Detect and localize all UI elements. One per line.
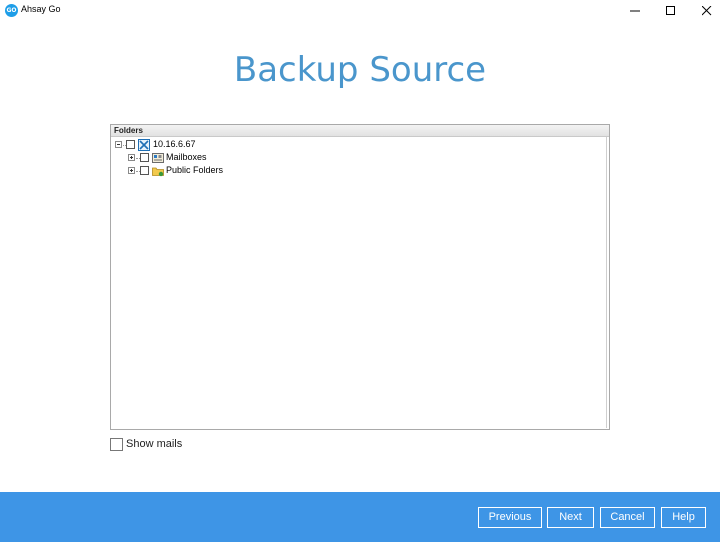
footer-bar: Previous Next Cancel Help <box>0 492 720 542</box>
cancel-button[interactable]: Cancel <box>600 507 655 528</box>
tree-item-label: 10.16.6.67 <box>153 139 196 149</box>
minimize-button[interactable] <box>617 0 653 22</box>
expand-icon[interactable] <box>128 154 135 161</box>
show-mails-label: Show mails <box>126 438 183 450</box>
tree-item-server[interactable]: 10.16.6.67 <box>111 138 609 151</box>
maximize-icon <box>666 6 675 15</box>
previous-button[interactable]: Previous <box>478 507 542 528</box>
tree-item-mailboxes[interactable]: Mailboxes <box>111 151 609 164</box>
title-bar: GO Ahsay Go <box>0 0 720 22</box>
help-button[interactable]: Help <box>661 507 706 528</box>
collapse-icon[interactable] <box>115 141 122 148</box>
close-icon <box>702 6 712 16</box>
page-title: Backup Source <box>233 50 487 90</box>
next-button[interactable]: Next <box>547 507 594 528</box>
window-title: Ahsay Go <box>21 4 61 14</box>
maximize-button[interactable] <box>653 0 689 22</box>
tree-item-label: Mailboxes <box>166 152 207 162</box>
tree-item-public-folders[interactable]: Public Folders <box>111 164 609 177</box>
tree-divider <box>606 137 607 428</box>
exchange-server-icon <box>138 139 150 151</box>
show-mails-checkbox[interactable] <box>110 438 123 451</box>
minimize-icon <box>630 10 640 12</box>
expand-icon[interactable] <box>128 167 135 174</box>
mailboxes-icon <box>152 153 164 163</box>
tree-checkbox-public-folders[interactable] <box>140 166 149 175</box>
tree-checkbox-server[interactable] <box>126 140 135 149</box>
tree-item-label: Public Folders <box>166 165 224 175</box>
public-folders-icon <box>152 167 164 177</box>
tree-header: Folders <box>111 125 609 137</box>
app-logo-icon: GO <box>5 4 18 17</box>
tree-checkbox-mailboxes[interactable] <box>140 153 149 162</box>
folder-tree[interactable]: Folders 10.16.6.67 Mailboxes Public Fold… <box>110 124 610 430</box>
close-button[interactable] <box>689 0 720 22</box>
